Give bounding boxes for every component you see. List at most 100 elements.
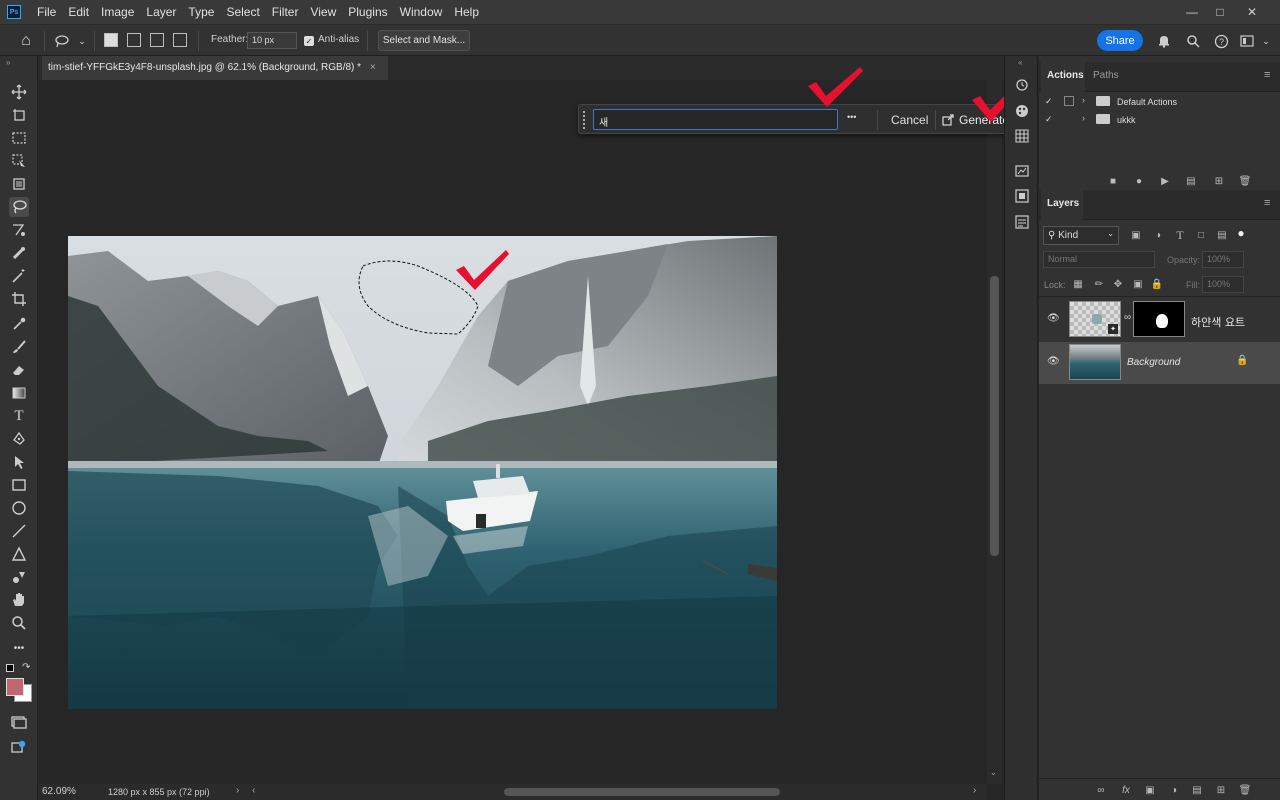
gradient-tool-icon[interactable] xyxy=(9,383,29,403)
menu-file[interactable]: File xyxy=(31,0,62,24)
menu-plugins[interactable]: Plugins xyxy=(342,0,393,24)
cancel-button[interactable]: Cancel xyxy=(891,113,928,127)
eraser-tool-icon[interactable] xyxy=(9,360,29,380)
lock-artboard-icon[interactable]: ▣ xyxy=(1131,277,1145,291)
filter-toggle-icon[interactable]: ● xyxy=(1234,226,1248,240)
lock-image-icon[interactable]: ✏ xyxy=(1092,277,1106,291)
panel-menu-icon[interactable]: ≡ xyxy=(1264,69,1270,81)
zoom-level[interactable]: 62.09% xyxy=(42,786,76,797)
fill-input[interactable]: 100% xyxy=(1202,276,1244,293)
visibility-eye-icon[interactable]: 👁 xyxy=(1047,356,1060,367)
object-selection-tool-icon[interactable] xyxy=(9,151,29,171)
lock-all-icon[interactable]: 🔒 xyxy=(1150,277,1164,291)
adjustments-icon[interactable] xyxy=(1014,214,1030,230)
collapse-tools-icon[interactable]: » xyxy=(6,58,10,67)
dialog-toggle-icon[interactable] xyxy=(1064,96,1074,106)
expand-chevron-icon[interactable]: › xyxy=(1082,95,1085,105)
crop-frame-icon[interactable] xyxy=(9,174,29,194)
properties-icon[interactable] xyxy=(1014,188,1030,204)
panel-menu-icon[interactable]: ≡ xyxy=(1264,197,1270,209)
help-icon[interactable]: ? xyxy=(1213,33,1229,49)
add-mask-icon[interactable]: ▣ xyxy=(1143,783,1157,797)
layer-filter-kind-select[interactable]: ⚲ Kind ⌄ xyxy=(1043,226,1119,245)
document-image[interactable] xyxy=(68,236,777,709)
menu-view[interactable]: View xyxy=(304,0,342,24)
screen-mode-icon[interactable] xyxy=(9,737,29,757)
rectangle-tool-icon[interactable] xyxy=(9,475,29,495)
eyedropper-icon[interactable] xyxy=(9,314,29,334)
layer-row-selected[interactable]: 👁 Background 🔒 xyxy=(1039,342,1280,384)
vertical-scrollbar[interactable]: ⌄ xyxy=(987,80,1002,784)
menu-edit[interactable]: Edit xyxy=(62,0,95,24)
scroll-down-icon[interactable]: ⌄ xyxy=(990,768,997,777)
drag-handle-icon[interactable] xyxy=(582,110,586,130)
new-group-folder-icon[interactable]: ▤ xyxy=(1190,783,1204,797)
anti-alias-checkbox[interactable]: ✓ xyxy=(304,36,314,46)
scroll-left-icon[interactable]: ‹ xyxy=(252,785,255,796)
new-selection-icon[interactable] xyxy=(104,33,118,47)
filter-adjustment-icon[interactable]: ◑ xyxy=(1151,228,1165,242)
layer-lock-icon[interactable]: 🔒 xyxy=(1236,355,1248,366)
marquee-tool-icon[interactable] xyxy=(9,128,29,148)
add-to-selection-icon[interactable] xyxy=(127,33,141,47)
status-chevron-right-icon[interactable]: › xyxy=(236,785,239,796)
zoom-tool-icon[interactable] xyxy=(9,613,29,633)
delete-layer-icon[interactable]: 🗑 xyxy=(1238,783,1252,797)
libraries-icon[interactable] xyxy=(1014,163,1030,179)
default-colors-icon[interactable] xyxy=(6,664,14,672)
scroll-right-icon[interactable]: › xyxy=(973,785,976,796)
menu-filter[interactable]: Filter xyxy=(266,0,305,24)
layer-name[interactable]: 하얀색 요트 xyxy=(1191,314,1245,330)
hand-tool-icon[interactable] xyxy=(9,590,29,610)
filter-smart-object-icon[interactable]: ▤ xyxy=(1215,228,1229,242)
more-tools-icon[interactable]: ••• xyxy=(9,638,29,658)
photoshop-logo-icon[interactable]: Ps xyxy=(7,5,21,19)
home-icon[interactable]: ⌂ xyxy=(18,32,34,49)
filter-pixel-icon[interactable]: ▣ xyxy=(1129,228,1143,242)
blend-mode-select[interactable]: Normal xyxy=(1043,251,1155,268)
pen-tool-icon[interactable] xyxy=(9,429,29,449)
menu-window[interactable]: Window xyxy=(394,0,449,24)
workspace-icon[interactable] xyxy=(1240,33,1256,49)
color-palette-icon[interactable] xyxy=(1014,103,1030,119)
layer-name[interactable]: Background xyxy=(1127,357,1180,368)
menu-select[interactable]: Select xyxy=(220,0,265,24)
select-and-mask-button[interactable]: Select and Mask... xyxy=(378,30,470,51)
quick-mask-icon[interactable] xyxy=(9,712,29,732)
menu-layer[interactable]: Layer xyxy=(140,0,182,24)
filter-shape-icon[interactable]: □ xyxy=(1194,228,1208,242)
document-tab[interactable]: tim-stief-YFFGkE3y4F8-unsplash.jpg @ 62.… xyxy=(42,56,388,80)
intersect-selection-icon[interactable] xyxy=(173,33,187,47)
link-mask-icon[interactable]: ∞ xyxy=(1124,312,1131,323)
new-layer-icon[interactable]: ⊞ xyxy=(1214,783,1228,797)
chevron-down-icon[interactable]: ⌄ xyxy=(1258,33,1274,49)
share-button[interactable]: Share xyxy=(1097,30,1143,51)
layer-row[interactable]: 👁 ✦ ∞ 하얀색 요트 xyxy=(1039,299,1280,341)
stop-icon[interactable]: ■ xyxy=(1106,174,1120,188)
magic-wand-icon[interactable] xyxy=(9,266,29,286)
more-options-button[interactable]: ••• xyxy=(847,112,856,122)
brush-tool-icon[interactable] xyxy=(9,337,29,357)
link-layers-icon[interactable]: ∞ xyxy=(1094,783,1108,797)
type-tool-icon[interactable]: T xyxy=(9,406,29,426)
lock-transparent-icon[interactable]: ▦ xyxy=(1071,277,1085,291)
action-set-row[interactable]: ✓ › ukkk xyxy=(1039,112,1280,130)
tab-paths[interactable]: Paths xyxy=(1093,70,1119,81)
record-icon[interactable]: ● xyxy=(1132,174,1146,188)
expand-chevron-icon[interactable]: › xyxy=(1082,113,1085,123)
lasso-tool-icon[interactable] xyxy=(9,197,29,217)
close-tab-icon[interactable]: × xyxy=(370,62,376,73)
menu-type[interactable]: Type xyxy=(182,0,220,24)
tab-layers[interactable]: Layers xyxy=(1047,198,1079,209)
menu-help[interactable]: Help xyxy=(448,0,485,24)
layer-style-fx-icon[interactable]: fx xyxy=(1119,783,1133,797)
layer-thumbnail[interactable] xyxy=(1069,344,1121,380)
chevron-down-icon[interactable]: ⌄ xyxy=(74,33,90,49)
feather-input[interactable]: 10 px xyxy=(247,32,297,49)
collapse-panels-icon[interactable]: « xyxy=(1018,58,1022,67)
lasso-tool-preset-icon[interactable] xyxy=(54,33,70,49)
move-tool-icon[interactable] xyxy=(9,82,29,102)
new-adjustment-layer-icon[interactable]: ◑ xyxy=(1167,783,1181,797)
artboard-tool-icon[interactable] xyxy=(9,105,29,125)
action-set-row[interactable]: ✓ › Default Actions xyxy=(1039,94,1280,112)
